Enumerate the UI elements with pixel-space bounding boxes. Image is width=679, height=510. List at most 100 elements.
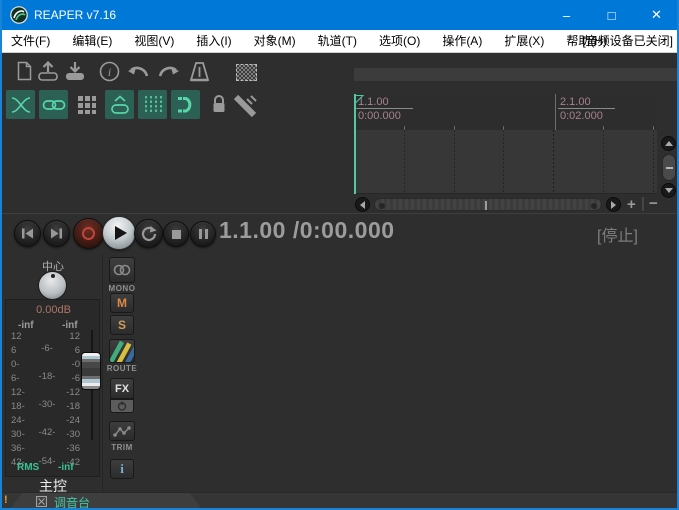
snap-toggle-button[interactable] (171, 90, 200, 119)
menu-view[interactable]: 视图(V) (123, 30, 185, 52)
save-project-button[interactable] (63, 59, 87, 83)
open-project-button[interactable] (36, 59, 60, 83)
minus-icon (666, 167, 673, 169)
ruler-marker: 1.1.00 0:00.000 (356, 96, 413, 122)
volume-fader-handle[interactable] (81, 352, 101, 390)
ruler-bar-label: 1.1.00 (356, 96, 413, 109)
up-arrow-icon (665, 141, 673, 146)
maximize-button[interactable]: □ (589, 0, 634, 30)
marquee-select-button[interactable] (234, 60, 258, 84)
hscroll-left-button[interactable] (355, 197, 370, 212)
zoom-in-button[interactable]: + (627, 197, 636, 212)
vscroll-up-button[interactable] (661, 136, 676, 151)
play-button[interactable] (102, 216, 136, 250)
close-button[interactable]: ✕ (634, 0, 679, 30)
edit-behavior-button[interactable] (230, 91, 259, 120)
metronome-button[interactable] (187, 59, 211, 83)
undo-button[interactable] (126, 59, 150, 83)
slope-pencil-icon (232, 93, 258, 119)
solo-button[interactable]: S (110, 315, 134, 335)
menu-edit[interactable]: 编辑(E) (61, 30, 123, 52)
trim-label: TRIM (103, 443, 141, 452)
peak-right: -inf (62, 320, 78, 331)
audio-device-status[interactable]: [音频设备已关闭] (582, 30, 673, 52)
menu-item[interactable]: 对象(M) (243, 30, 307, 52)
power-icon (117, 401, 127, 411)
auto-crossfade-button[interactable] (6, 90, 35, 119)
grid-line (653, 130, 654, 194)
master-track-panel: 中心 0.00dB -inf -inf 126 0-6- 12-18- 24-3… (2, 255, 103, 492)
grid-line (404, 130, 405, 194)
menubar: 文件(F) 编辑(E) 视图(V) 插入(I) 对象(M) 轨道(T) 选项(O… (0, 30, 679, 53)
volume-readout[interactable]: 0.00dB (6, 304, 101, 316)
stop-button[interactable] (163, 221, 189, 247)
hscroll-right-button[interactable] (606, 197, 621, 212)
grid-line (603, 130, 604, 194)
trim-automation-icon (113, 425, 131, 437)
minimize-button[interactable]: – (544, 0, 589, 30)
new-project-button[interactable] (12, 59, 36, 83)
group-link-icon (109, 94, 131, 116)
grouping-matrix-button[interactable] (72, 90, 101, 119)
close-box-icon[interactable] (36, 496, 47, 507)
track-info-button[interactable]: i (110, 459, 134, 479)
open-up-arrow-icon (37, 61, 59, 82)
item-grouping-button[interactable] (105, 90, 134, 119)
left-arrow-icon (360, 201, 365, 209)
pan-knob[interactable] (38, 271, 67, 300)
reaper-window: REAPER v7.16 – □ ✕ 文件(F) 编辑(E) 视图(V) 插入(… (0, 0, 679, 510)
ruler-time-label: 0:02.000 (558, 110, 615, 122)
redo-button[interactable] (157, 59, 181, 83)
ruler-time-label: 0:00.000 (356, 110, 413, 122)
ruler-measure-line (555, 94, 556, 130)
go-to-end-button[interactable] (43, 220, 70, 247)
mono-button[interactable] (109, 257, 135, 283)
menu-track[interactable]: 轨道(T) (307, 30, 368, 52)
timeline-ruler[interactable]: 1.1.00 0:00.000 2.1.00 0:02.000 (354, 94, 657, 130)
vscroll-thumb[interactable] (662, 154, 676, 181)
arrange-view[interactable] (354, 130, 657, 194)
grid-line-measure (553, 130, 554, 194)
down-arrow-icon (665, 188, 673, 193)
go-to-start-icon (21, 228, 34, 239)
menu-insert[interactable]: 插入(I) (185, 30, 242, 52)
mixer-tab[interactable]: 调音台 (10, 493, 206, 509)
grid-squares-icon (77, 95, 97, 115)
menu-actions[interactable]: 操作(A) (431, 30, 493, 52)
menu-extensions[interactable]: 扩展(X) (493, 30, 555, 52)
redo-icon (157, 62, 181, 80)
vscroll-down-button[interactable] (661, 183, 676, 198)
ruler-marker: 2.1.00 0:02.000 (558, 96, 615, 122)
menu-options[interactable]: 选项(O) (368, 30, 431, 52)
edit-cursor[interactable] (354, 94, 356, 194)
lock-button[interactable] (204, 90, 233, 119)
route-button[interactable] (109, 339, 135, 363)
transport-time-display[interactable]: 1.1.00 /0:00.000 (219, 217, 395, 244)
record-button[interactable] (73, 218, 104, 249)
metronome-icon (188, 61, 211, 82)
alert-indicator[interactable]: ! (4, 494, 8, 506)
play-icon (115, 226, 127, 240)
knob-pointer (51, 274, 55, 278)
repeat-button[interactable] (134, 219, 163, 248)
menu-file[interactable]: 文件(F) (0, 30, 61, 52)
envelope-link-button[interactable] (39, 90, 68, 119)
project-settings-button[interactable]: i (97, 59, 121, 83)
fx-button[interactable]: FX (110, 378, 134, 399)
pause-button[interactable] (190, 221, 216, 247)
pause-icon (199, 229, 208, 239)
grid-toggle-button[interactable] (138, 90, 167, 119)
right-arrow-icon (611, 201, 616, 209)
mute-button[interactable]: M (110, 293, 134, 313)
crossfade-icon (10, 95, 32, 115)
trim-button[interactable] (109, 421, 135, 441)
rms-value: -inf (58, 462, 74, 473)
hscroll-track[interactable] (374, 198, 602, 211)
fx-bypass-button[interactable] (110, 399, 134, 413)
new-file-icon (16, 61, 33, 81)
go-to-start-button[interactable] (14, 220, 41, 247)
zoom-out-button[interactable]: − (649, 196, 658, 211)
mono-label: MONO (103, 284, 141, 293)
statusbar: ! 调音台 (2, 492, 679, 508)
reaper-logo-icon (10, 6, 28, 24)
